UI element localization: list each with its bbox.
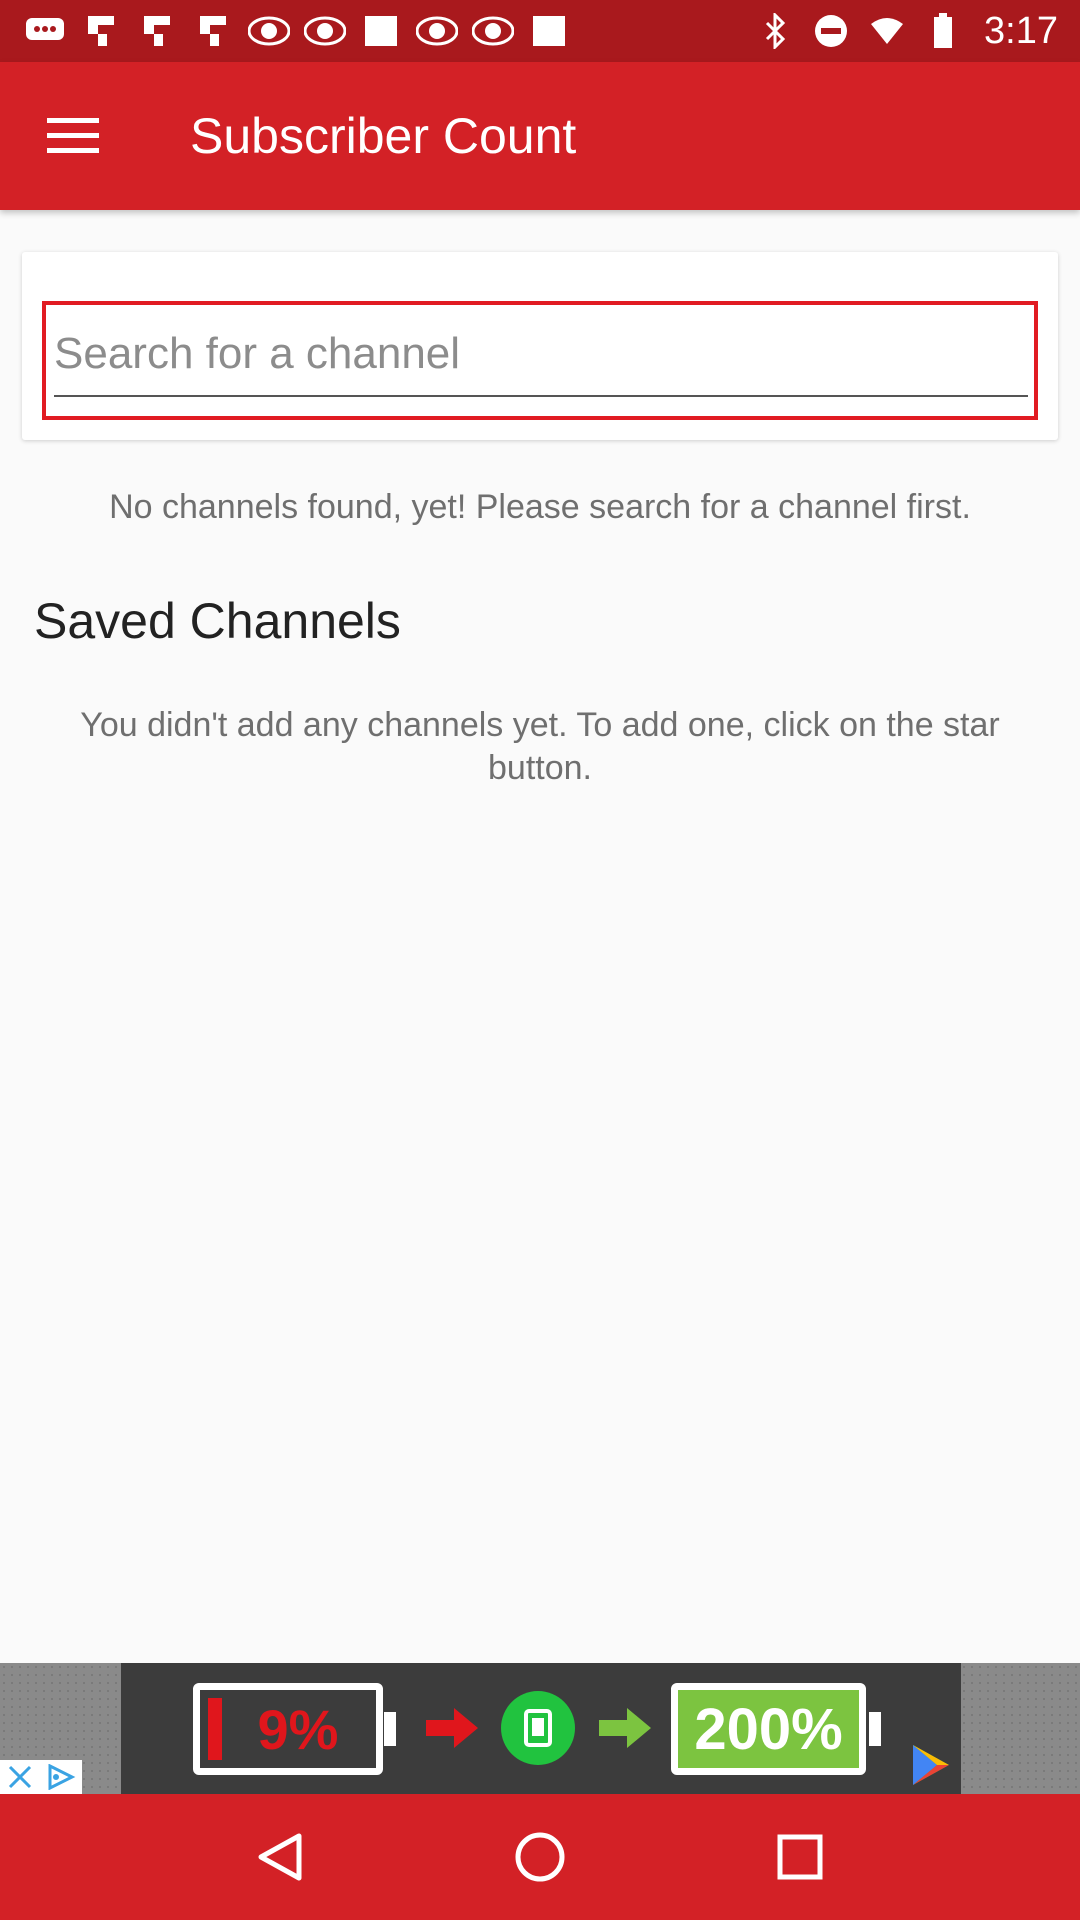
abc13-icon — [304, 14, 346, 48]
saved-channels-title: Saved Channels — [34, 593, 401, 649]
back-button[interactable] — [230, 1807, 330, 1907]
home-icon — [515, 1832, 565, 1882]
menu-button[interactable] — [0, 62, 146, 210]
no-channels-message: No channels found, yet! Please search fo… — [109, 488, 971, 526]
search-underline — [54, 395, 1028, 397]
google-play-icon — [913, 1745, 949, 1785]
wifi-icon — [866, 14, 908, 48]
chat-icon — [24, 14, 66, 48]
status-bar: 3:17 — [0, 0, 1080, 62]
abc13-icon — [472, 14, 514, 48]
square-notification-icon — [528, 14, 570, 48]
flipboard-icon — [192, 14, 234, 48]
ad-battery-high: 200% — [671, 1683, 881, 1775]
ad-choices[interactable] — [0, 1760, 82, 1794]
flipboard-icon — [80, 14, 122, 48]
recents-icon — [777, 1834, 823, 1880]
home-button[interactable] — [490, 1807, 590, 1907]
flipboard-icon — [136, 14, 178, 48]
search-box — [42, 301, 1038, 420]
close-icon[interactable] — [7, 1764, 33, 1790]
status-time: 3:17 — [984, 9, 1058, 52]
search-card — [22, 252, 1058, 440]
ad-low-text: 9% — [257, 1697, 339, 1761]
ad-creative[interactable]: 9% 200% — [121, 1663, 961, 1794]
ad-high-text: 200% — [694, 1696, 843, 1762]
green-arrow-icon — [599, 1708, 651, 1748]
app-bar: Subscriber Count — [0, 62, 1080, 210]
page-title: Subscriber Count — [190, 108, 577, 164]
bluetooth-icon — [754, 13, 796, 49]
notification-icons — [24, 14, 570, 48]
battery-icon — [922, 13, 964, 48]
abc13-icon — [416, 14, 458, 48]
recents-button[interactable] — [750, 1807, 850, 1907]
hamburger-menu-icon — [47, 118, 99, 153]
navigation-bar — [0, 1794, 1080, 1920]
no-saved-channels-message: You didn't add any channels yet. To add … — [80, 706, 1000, 787]
search-input[interactable] — [54, 323, 1030, 385]
ad-red-level-bar — [208, 1698, 222, 1760]
phone-charge-icon — [501, 1691, 575, 1765]
ad-banner[interactable]: 9% 200% — [0, 1663, 1080, 1794]
adchoices-icon[interactable] — [46, 1764, 76, 1790]
do-not-disturb-icon — [810, 14, 852, 48]
ad-battery-low: 9% — [193, 1683, 396, 1775]
square-notification-icon — [360, 14, 402, 48]
back-icon — [258, 1833, 302, 1881]
abc13-icon — [248, 14, 290, 48]
system-icons: 3:17 — [754, 10, 1058, 53]
red-arrow-icon — [426, 1708, 478, 1748]
